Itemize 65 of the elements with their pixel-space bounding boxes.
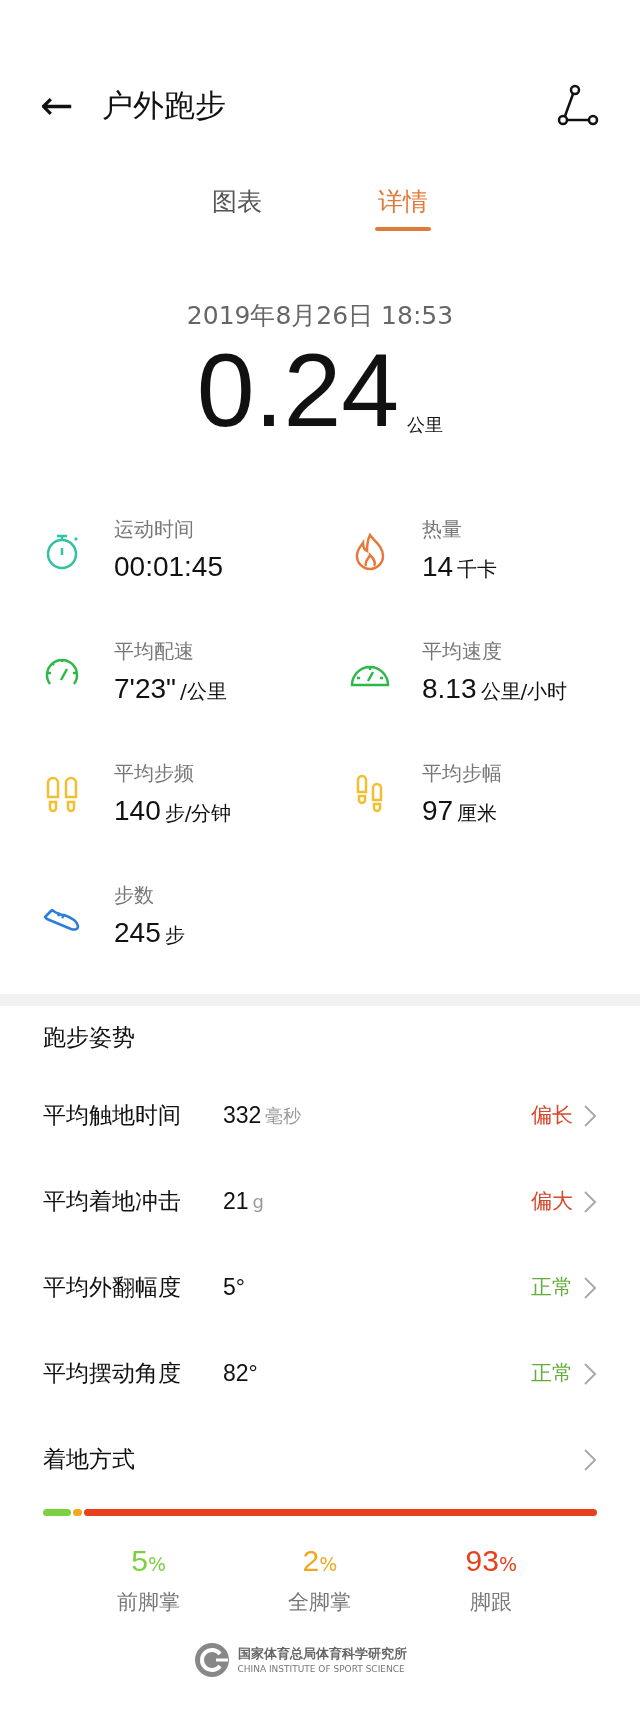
metric-label: 平均触地时间	[43, 1101, 182, 1131]
metric-unit: 毫秒	[265, 1104, 302, 1128]
percent-value: 93	[465, 1542, 499, 1579]
stat-label: 平均步频	[114, 760, 195, 787]
institute-name: 国家体育总局体育科学研究所	[237, 1644, 407, 1663]
tab[interactable]: 图表	[209, 183, 265, 231]
metric-value: 82°	[223, 1359, 258, 1389]
stat-unit: 公里/小时	[480, 678, 568, 705]
institute-logo-icon	[193, 1642, 230, 1678]
stat-label: 步数	[114, 882, 155, 909]
stat-label: 平均步幅	[422, 760, 502, 787]
back-button[interactable]: ←	[40, 85, 74, 125]
chevron-right-icon	[583, 1103, 597, 1128]
chevron-right-icon	[583, 1361, 597, 1386]
status-label: 正常	[531, 1273, 573, 1301]
status-label: 正常	[531, 1359, 573, 1387]
stat-unit: 厘米	[457, 800, 498, 827]
percent-sign: %	[498, 1551, 518, 1577]
status-label: 偏长	[531, 1101, 573, 1129]
stat-unit: /公里	[180, 678, 227, 705]
landing-label: 前脚掌	[117, 1588, 181, 1616]
posture-row[interactable]: 平均摆动角度 82° 正常	[43, 1330, 597, 1417]
chevron-right-icon	[583, 1275, 597, 1300]
section-title: 跑步姿势	[43, 1023, 136, 1052]
stat-label: 平均配速	[114, 638, 195, 665]
chevron-right-icon	[583, 1447, 597, 1472]
institute-name-english: CHINA INSTITUTE OF SPORT SCIENCE	[237, 1663, 406, 1676]
percent-value: 2	[302, 1542, 320, 1579]
date-time: 2019年8月26日 18:53	[186, 299, 454, 332]
page-title: 户外跑步	[101, 85, 227, 125]
stat-label: 热量	[422, 516, 463, 543]
stat-label: 运动时间	[114, 516, 195, 543]
posture-row[interactable]: 平均触地时间 332 毫秒 偏长	[43, 1072, 597, 1159]
percent-sign: %	[319, 1551, 338, 1577]
percent-sign: %	[147, 1551, 167, 1577]
stat-value: 245	[114, 916, 161, 950]
landing-row[interactable]: 着地方式	[43, 1416, 597, 1503]
metric-label: 平均摆动角度	[43, 1359, 182, 1389]
stat-value: 7'23"	[114, 672, 176, 706]
stat-value: 97	[422, 794, 454, 828]
stat-unit: 步	[164, 922, 185, 949]
stat-unit: 步/分钟	[164, 800, 232, 827]
stat-value: 140	[114, 794, 161, 828]
chevron-right-icon	[583, 1189, 597, 1214]
metric-unit: g	[252, 1190, 265, 1214]
landing-label: 脚跟	[470, 1588, 513, 1616]
distance-value: 0.24	[196, 338, 400, 442]
stat-unit: 千卡	[457, 556, 498, 583]
stat-value: 8.13	[422, 672, 477, 706]
distance-unit: 公里	[407, 413, 444, 437]
metric-label: 平均着地冲击	[43, 1187, 182, 1217]
stat-value: 14	[422, 550, 454, 584]
posture-row[interactable]: 平均外翻幅度 5° 正常	[43, 1244, 597, 1331]
percent-value: 5	[131, 1542, 148, 1579]
status-label: 偏大	[531, 1187, 573, 1215]
route-button[interactable]	[556, 83, 600, 127]
metric-label: 平均外翻幅度	[43, 1273, 182, 1303]
posture-row[interactable]: 平均着地冲击 21 g 偏大	[43, 1158, 597, 1245]
landing-label: 全脚掌	[288, 1588, 352, 1616]
metric-label: 着地方式	[43, 1445, 136, 1475]
metric-value: 21	[223, 1187, 249, 1217]
stat-value: 00:01:45	[114, 550, 223, 584]
metric-value: 332	[223, 1101, 262, 1131]
metric-value: 5°	[223, 1273, 245, 1303]
stat-label: 平均速度	[422, 638, 503, 665]
